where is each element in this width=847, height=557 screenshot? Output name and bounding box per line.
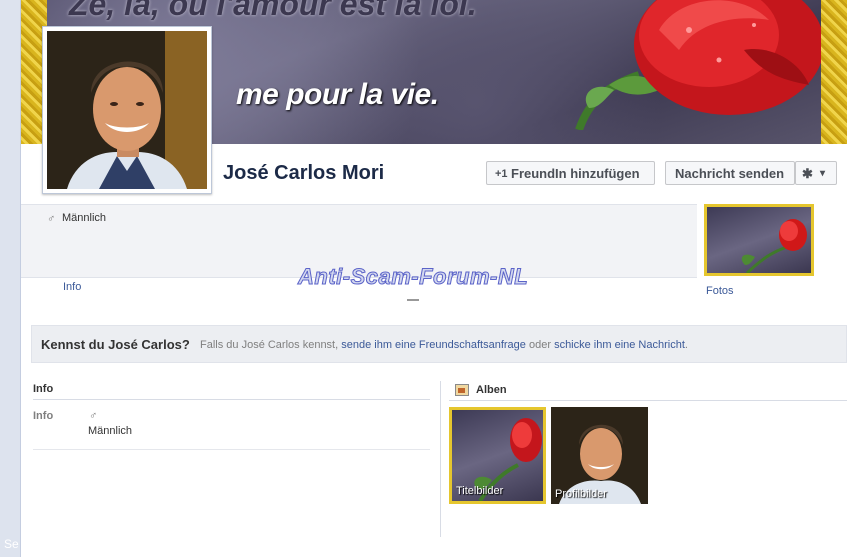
watermark-text: Anti-Scam-Forum-NL (297, 264, 529, 290)
albums-section-divider (449, 400, 847, 401)
gear-icon: ✱ (802, 166, 813, 181)
know-middle: oder (528, 339, 551, 351)
album-cover-photos[interactable]: Titelbilder (449, 407, 546, 504)
know-prefix: Falls du José Carlos kennst, (200, 339, 339, 351)
know-description: Falls du José Carlos kennst, sende ihm e… (200, 339, 688, 351)
album-caption: Titelbilder (456, 485, 504, 497)
friend-request-link[interactable]: sende ihm eine Freundschaftsanfrage (341, 339, 526, 351)
settings-dropdown-button[interactable]: ✱ ▾ (795, 161, 837, 185)
left-edge: Se (0, 0, 20, 557)
info-tab-link[interactable]: Info (63, 281, 81, 293)
know-person-bar: Kennst du José Carlos? Falls du José Car… (31, 325, 847, 363)
album-profile-pictures[interactable]: Profilbilder (551, 407, 648, 504)
gender-value: Männlich (62, 212, 107, 224)
male-icon: ♂ (47, 213, 56, 225)
add-friend-icon: +1 (495, 168, 508, 180)
know-question: Kennst du José Carlos? (41, 337, 190, 352)
cover-gold-border-right (821, 0, 847, 144)
profile-picture-image (47, 31, 207, 189)
cover-text: me pour la vie. (236, 78, 439, 111)
send-message-label: Nachricht senden (675, 166, 785, 181)
info-row-divider (33, 449, 430, 450)
info-gender-value: Männlich (88, 425, 133, 437)
rose-image (575, 0, 824, 130)
profile-name: José Carlos Mori (223, 162, 385, 184)
photos-link[interactable]: Fotos (706, 285, 734, 297)
male-icon: ♂ (89, 410, 98, 422)
info-section-title: Info (33, 383, 54, 395)
send-message-link[interactable]: schicke ihm eine Nachricht (554, 339, 685, 351)
cover-text-top: Ze, la, ou l'amour est la loi. (69, 0, 477, 22)
photo-album-icon (455, 384, 469, 396)
albums-section-title: Alben (476, 384, 507, 396)
add-friend-button[interactable]: +1 FreundIn hinzufügen (486, 161, 655, 185)
photos-thumbnail[interactable] (704, 204, 814, 276)
info-section-divider (33, 399, 430, 400)
divider-dash (407, 299, 419, 301)
chevron-down-icon: ▾ (820, 168, 826, 179)
column-divider (440, 381, 441, 537)
photos-rose-image (741, 219, 807, 273)
profile-picture[interactable] (42, 26, 212, 194)
send-message-button[interactable]: Nachricht senden (665, 161, 795, 185)
portrait-illustration (47, 31, 207, 189)
know-suffix: . (684, 339, 688, 351)
add-friend-label: FreundIn hinzufügen (511, 166, 640, 181)
left-edge-text: Se (4, 537, 19, 551)
info-row-label: Info (33, 410, 54, 422)
album-caption: Profilbilder (555, 488, 607, 500)
